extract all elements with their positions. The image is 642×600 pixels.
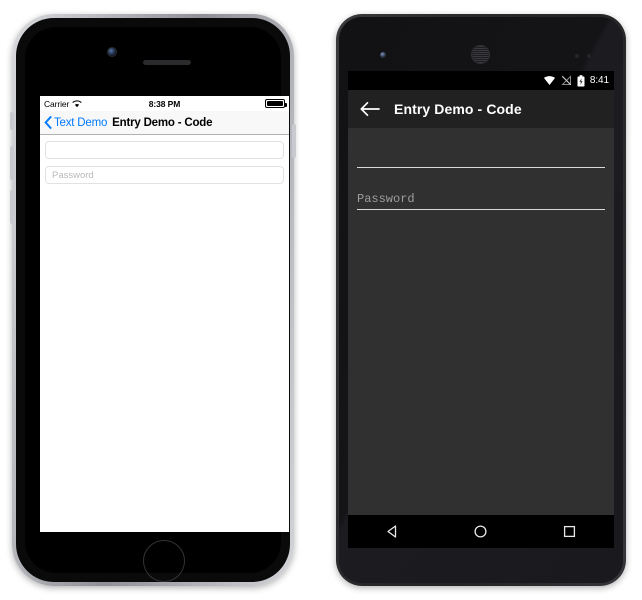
android-status-bar: 8:41 bbox=[348, 71, 614, 90]
earpiece-speaker-icon bbox=[143, 60, 191, 65]
iphone-device: Carrier 8:38 PM Text Demo Entry Demo - C… bbox=[10, 14, 296, 586]
android-action-bar: Entry Demo - Code bbox=[348, 90, 614, 128]
entry-password-placeholder: Password bbox=[52, 169, 94, 181]
nav-home-circle-icon bbox=[474, 525, 488, 538]
entry-username[interactable] bbox=[357, 140, 605, 168]
ios-nav-bar: Text Demo Entry Demo - Code bbox=[40, 111, 289, 135]
silent-switch[interactable] bbox=[10, 112, 14, 130]
entry-password[interactable]: Password bbox=[45, 166, 284, 184]
android-screen: 8:41 Entry Demo - Code Password bbox=[348, 71, 614, 548]
signal-off-icon bbox=[561, 75, 572, 86]
earpiece-speaker-icon bbox=[472, 46, 489, 63]
nav-recents-square-icon bbox=[564, 525, 576, 538]
ios-content: Password bbox=[40, 135, 289, 184]
back-button[interactable]: Text Demo bbox=[44, 116, 107, 129]
front-camera-icon bbox=[108, 48, 116, 56]
nav-back-triangle-icon bbox=[387, 525, 396, 538]
entry-password[interactable]: Password bbox=[357, 182, 605, 210]
entry-username[interactable] bbox=[45, 141, 284, 159]
volume-down-button[interactable] bbox=[10, 190, 14, 224]
battery-full-icon bbox=[265, 99, 287, 108]
power-button[interactable] bbox=[292, 124, 296, 158]
entry-password-placeholder: Password bbox=[357, 192, 415, 206]
chevron-left-icon bbox=[44, 116, 52, 129]
nav-recents-button[interactable] bbox=[546, 515, 594, 548]
ios-screen: Carrier 8:38 PM Text Demo Entry Demo - C… bbox=[40, 96, 289, 532]
page-title: Entry Demo - Code bbox=[112, 116, 213, 129]
front-camera-icon bbox=[380, 52, 386, 58]
battery-charging-icon bbox=[577, 74, 585, 86]
android-clock: 8:41 bbox=[589, 75, 609, 86]
arrow-left-icon[interactable] bbox=[360, 101, 380, 117]
back-button-label: Text Demo bbox=[54, 116, 108, 129]
nav-back-button[interactable] bbox=[368, 515, 416, 548]
home-button-icon[interactable] bbox=[143, 540, 185, 582]
proximity-sensor-icon bbox=[575, 54, 579, 58]
android-nav-bar bbox=[348, 515, 614, 548]
ios-status-right bbox=[265, 99, 287, 108]
page-title: Entry Demo - Code bbox=[394, 101, 522, 117]
android-content: Password bbox=[348, 128, 614, 210]
nav-home-button[interactable] bbox=[457, 515, 505, 548]
volume-up-button[interactable] bbox=[10, 146, 14, 180]
ios-clock: 8:38 PM bbox=[148, 98, 181, 109]
light-sensor-icon bbox=[587, 54, 591, 58]
ios-status-bar: Carrier 8:38 PM bbox=[40, 96, 289, 111]
android-device: 8:41 Entry Demo - Code Password bbox=[336, 14, 626, 586]
wifi-icon bbox=[543, 76, 555, 85]
